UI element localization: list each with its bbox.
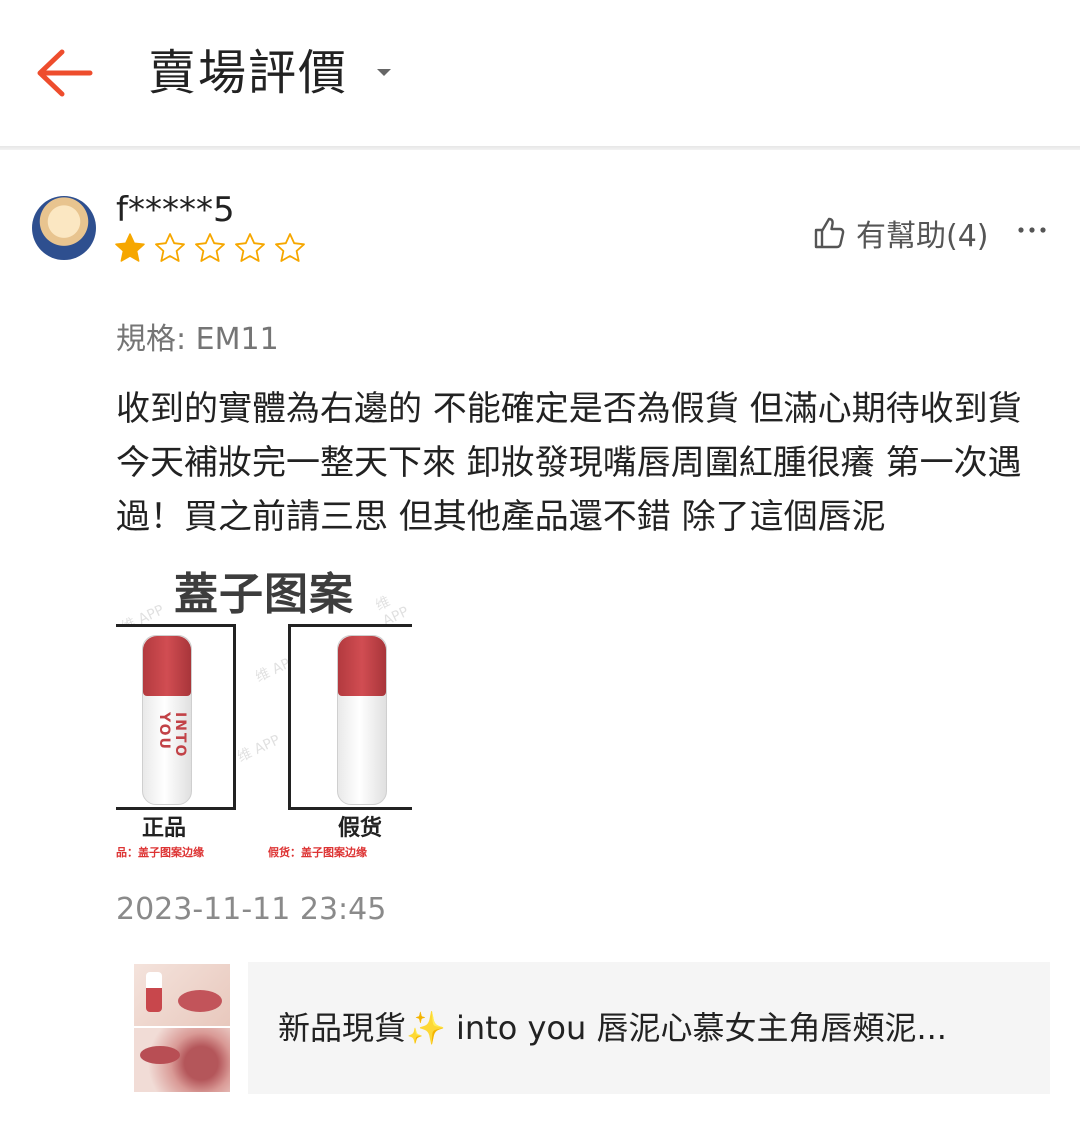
- back-button[interactable]: [28, 40, 100, 106]
- star-empty-icon: [195, 233, 225, 262]
- thumbs-up-icon: [814, 217, 845, 249]
- fake-label: 假货: [338, 816, 383, 841]
- arrow-left-icon: [37, 49, 93, 97]
- page-title: 賣場評價: [148, 45, 349, 101]
- helpful-count-label: 有幫助(4): [856, 219, 989, 254]
- more-options-button[interactable]: [1014, 218, 1050, 242]
- tube-cap: [143, 636, 191, 696]
- thumbnail-lips: [140, 1046, 180, 1064]
- avatar[interactable]: [32, 196, 96, 260]
- review-item: f*****5 有幫助(4) 規格: EM11 收到的實體為右邊的 不能確定是否…: [0, 150, 1080, 1122]
- thumbnail-lipstick: [146, 972, 162, 1012]
- genuine-note: 品：盖子图案边缘: [116, 846, 204, 859]
- star-rating: [114, 232, 306, 272]
- genuine-product-panel: INTO YOU: [116, 624, 236, 810]
- top-bar: 賣場評價: [0, 0, 1080, 146]
- star-empty-icon: [235, 233, 265, 262]
- tube-cap: [338, 636, 386, 696]
- review-timestamp: 2023-11-11 23:45: [116, 892, 387, 927]
- reviewer-username: f*****5: [116, 190, 235, 230]
- product-variation: 規格: EM11: [116, 322, 279, 357]
- star-empty-icon: [275, 233, 305, 262]
- product-title: 新品現貨✨ into you 唇泥心慕女主角唇頰泥...: [278, 1009, 947, 1047]
- genuine-label: 正品: [142, 816, 187, 841]
- lip-tube-image: [337, 635, 387, 805]
- fake-product-panel: [288, 624, 412, 810]
- product-link-card[interactable]: 新品現貨✨ into you 唇泥心慕女主角唇頰泥...: [116, 962, 1050, 1094]
- tube-brand-text: INTO YOU: [156, 712, 188, 759]
- photo-title-text: 蓋子图案: [174, 569, 354, 620]
- lip-tube-image: INTO YOU: [142, 635, 192, 805]
- star-filled-icon: [115, 233, 145, 262]
- watermark-text: 维 APP: [373, 593, 412, 630]
- more-horizontal-icon: [1018, 227, 1046, 233]
- star-empty-icon: [155, 233, 185, 262]
- watermark-text: 维 APP: [235, 732, 283, 766]
- helpful-button[interactable]: 有幫助(4): [812, 212, 989, 254]
- caret-down-icon: [377, 69, 391, 76]
- title-dropdown-button[interactable]: [368, 56, 400, 88]
- fake-note: 假货：盖子图案边缘: [268, 846, 367, 859]
- review-comment: 收到的實體為右邊的 不能確定是否為假貨 但滿心期待收到貨今天補妝完一整天下來 卸…: [116, 389, 1022, 537]
- thumbnail-lips: [178, 990, 222, 1012]
- review-photo[interactable]: 蓋子图案 维 APP 维 APP 维 APP 维 APP INTO YOU 正品…: [116, 558, 412, 860]
- product-thumbnail: [116, 962, 248, 1094]
